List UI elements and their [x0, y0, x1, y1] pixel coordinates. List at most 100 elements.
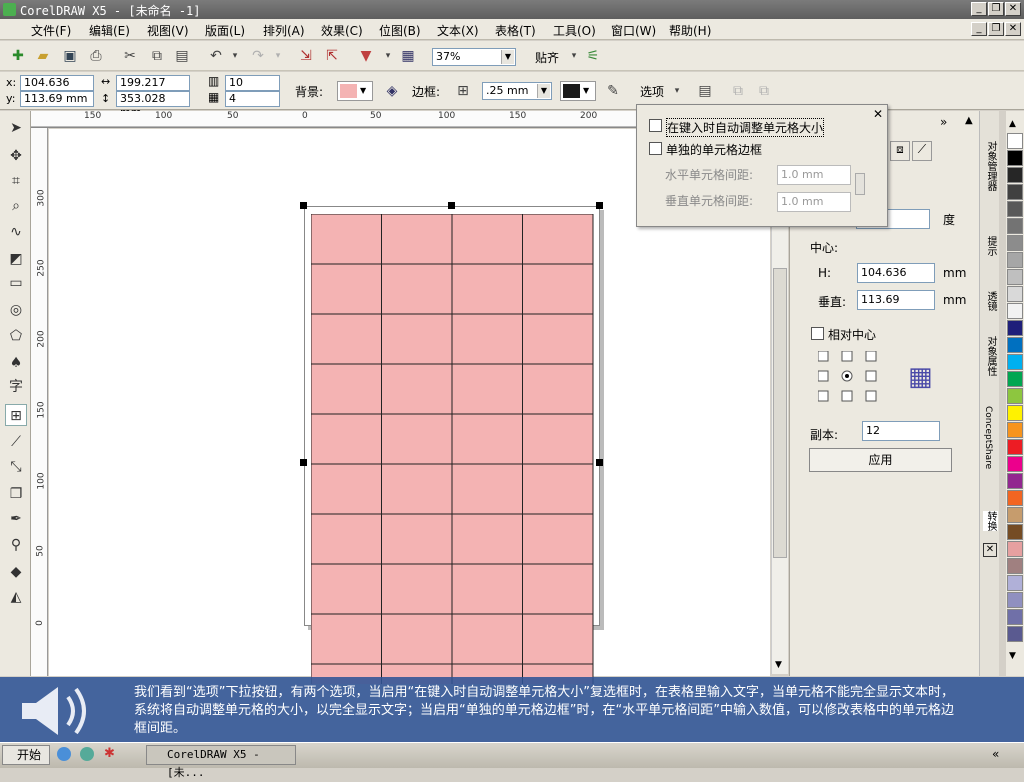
- apply-button[interactable]: 应用: [809, 448, 952, 472]
- palette-swatch[interactable]: [1007, 303, 1023, 319]
- border-color-picker[interactable]: ▼: [560, 81, 596, 101]
- import-icon[interactable]: ⇲: [296, 46, 316, 66]
- palette-swatch[interactable]: [1007, 473, 1023, 489]
- quicklaunch-icon[interactable]: [80, 747, 94, 761]
- eyedropper-tool-icon[interactable]: ✒: [5, 508, 27, 530]
- table-cell[interactable]: [451, 613, 523, 665]
- minimize-button[interactable]: _: [971, 2, 987, 16]
- snap-dropdown-icon[interactable]: ▾: [564, 46, 584, 66]
- columns-input[interactable]: 4: [225, 91, 280, 107]
- table-cell[interactable]: [311, 413, 382, 465]
- dimension-tool-icon[interactable]: ⟋: [5, 431, 27, 453]
- palette-swatch[interactable]: [1007, 167, 1023, 183]
- launcher-dropdown-icon[interactable]: ▾: [378, 46, 398, 66]
- palette-swatch[interactable]: [1007, 337, 1023, 353]
- menu-edit[interactable]: 编辑(E): [89, 22, 130, 39]
- h-input[interactable]: 104.636: [857, 263, 935, 283]
- table-cell[interactable]: [381, 363, 453, 415]
- palette-swatch[interactable]: [1007, 575, 1023, 591]
- tab-transformations[interactable]: 转换: [983, 511, 998, 531]
- doc-restore-button[interactable]: ❐: [988, 22, 1004, 36]
- table-cell[interactable]: [381, 214, 453, 265]
- table-cell[interactable]: [522, 463, 594, 515]
- palette-swatch[interactable]: [1007, 252, 1023, 268]
- open-icon[interactable]: ▰: [33, 46, 53, 66]
- table-cell[interactable]: [381, 413, 453, 465]
- docker-expand-icon[interactable]: »: [940, 115, 947, 129]
- palette-down-icon[interactable]: ▼: [1009, 651, 1016, 661]
- selection-handle[interactable]: [448, 202, 455, 209]
- undo-icon[interactable]: ↶: [206, 46, 226, 66]
- palette-swatch[interactable]: [1007, 320, 1023, 336]
- blend-tool-icon[interactable]: ❐: [5, 483, 27, 505]
- palette-swatch[interactable]: [1007, 507, 1023, 523]
- docker-up-icon[interactable]: ▲: [965, 115, 973, 126]
- menu-effects[interactable]: 效果(C): [321, 22, 363, 39]
- tab-object-manager[interactable]: 对象管理器: [983, 141, 998, 191]
- palette-swatch[interactable]: [1007, 541, 1023, 557]
- palette-up-icon[interactable]: ▲: [1009, 119, 1016, 129]
- options-dropdown-icon[interactable]: ▾: [667, 81, 687, 101]
- tray-expand-icon[interactable]: «: [992, 747, 999, 761]
- options-dropdown-button[interactable]: 选项: [640, 83, 664, 100]
- table-cell[interactable]: [451, 263, 523, 315]
- menu-file[interactable]: 文件(F): [31, 22, 71, 39]
- table-cell[interactable]: [522, 513, 594, 565]
- palette-swatch[interactable]: [1007, 592, 1023, 608]
- tab-object-properties[interactable]: 对象属性: [983, 336, 998, 376]
- vertical-ruler[interactable]: 300 250 200 150 100 50 0: [31, 128, 48, 676]
- basic-shapes-icon[interactable]: ♠: [5, 352, 27, 374]
- crop-tool-icon[interactable]: ⌗: [5, 170, 27, 192]
- x-position-input[interactable]: 104.636 mm: [20, 75, 94, 103]
- relative-center-checkbox[interactable]: [811, 327, 824, 340]
- table-cell[interactable]: [451, 313, 523, 365]
- export-icon[interactable]: ⇱: [322, 46, 342, 66]
- scale-tab-icon[interactable]: ⧈: [890, 141, 910, 161]
- table-cell[interactable]: [381, 313, 453, 365]
- browser-icon[interactable]: [57, 747, 71, 761]
- palette-swatch[interactable]: [1007, 354, 1023, 370]
- width-input[interactable]: 199.217 mm: [116, 75, 190, 103]
- print-icon[interactable]: ⎙: [86, 46, 106, 66]
- undo-dropdown-icon[interactable]: ▾: [225, 46, 245, 66]
- table-cell[interactable]: [522, 263, 594, 315]
- zoom-dropdown-icon[interactable]: ▼: [501, 50, 514, 64]
- skew-tab-icon[interactable]: ⟋: [912, 141, 932, 161]
- palette-swatch[interactable]: [1007, 286, 1023, 302]
- snap-to-button[interactable]: 贴齐: [535, 49, 559, 66]
- table-object[interactable]: [311, 214, 595, 684]
- table-cell[interactable]: [522, 613, 594, 665]
- polygon-tool-icon[interactable]: ⬠: [5, 325, 27, 347]
- table-cell[interactable]: [311, 513, 382, 565]
- border-width-dropdown-icon[interactable]: ▼: [537, 84, 550, 98]
- new-icon[interactable]: ✚: [8, 46, 28, 66]
- height-input[interactable]: 353.028 mm: [116, 91, 190, 119]
- table-cell[interactable]: [451, 463, 523, 515]
- palette-swatch[interactable]: [1007, 439, 1023, 455]
- tab-hints[interactable]: 提示: [983, 236, 998, 256]
- shape-tool-icon[interactable]: ✥: [5, 145, 27, 167]
- menu-tools[interactable]: 工具(O): [553, 22, 596, 39]
- maximize-button[interactable]: ❐: [988, 2, 1004, 16]
- taskbar-coreldraw-button[interactable]: CorelDRAW X5 - [未...: [146, 745, 296, 779]
- menu-text[interactable]: 文本(X): [437, 22, 479, 39]
- docker-tab-close-icon[interactable]: ✕: [983, 543, 997, 557]
- table-cell[interactable]: [311, 363, 382, 415]
- fill-tool-icon[interactable]: ◆: [5, 561, 27, 583]
- ellipse-tool-icon[interactable]: ◎: [5, 299, 27, 321]
- table-cell[interactable]: [522, 563, 594, 615]
- palette-swatch[interactable]: [1007, 269, 1023, 285]
- table-cell[interactable]: [451, 513, 523, 565]
- menu-window[interactable]: 窗口(W): [611, 22, 656, 39]
- palette-swatch[interactable]: [1007, 490, 1023, 506]
- palette-swatch[interactable]: [1007, 558, 1023, 574]
- palette-swatch[interactable]: [1007, 150, 1023, 166]
- rows-input[interactable]: 10: [225, 75, 280, 91]
- table-cell[interactable]: [451, 563, 523, 615]
- palette-swatch[interactable]: [1007, 524, 1023, 540]
- y-position-input[interactable]: 113.69 mm: [20, 91, 94, 107]
- close-button[interactable]: ✕: [1005, 2, 1021, 16]
- table-cell[interactable]: [522, 313, 594, 365]
- start-button[interactable]: 开始: [2, 745, 50, 765]
- selection-handle[interactable]: [596, 202, 603, 209]
